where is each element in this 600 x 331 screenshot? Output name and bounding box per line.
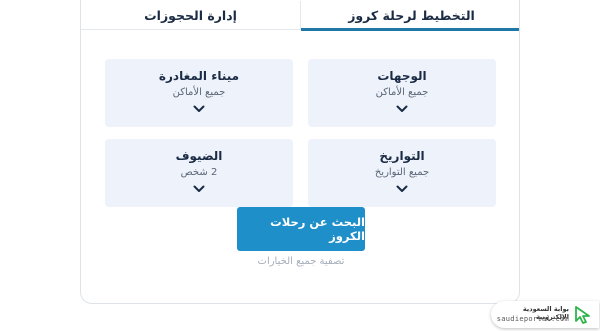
active-tab-indicator — [301, 28, 519, 31]
tab-bar: التخطيط لرحلة كروز إدارة الحجوزات — [81, 1, 519, 31]
clear-filters-link[interactable]: تصفية جميع الخيارات — [81, 256, 519, 267]
dates-select[interactable]: التواريخ جميع التواريخ — [308, 139, 496, 207]
departure-port-label: ميناء المغادرة — [158, 69, 240, 83]
cruise-search-card: التخطيط لرحلة كروز إدارة الحجوزات الوجها… — [80, 0, 520, 304]
dates-value: جميع التواريخ — [374, 167, 430, 178]
watermark-url-text: saudieportal.com — [496, 315, 569, 323]
search-cruises-button[interactable]: البحث عن رحلات الكروز — [237, 207, 365, 251]
guests-select[interactable]: الضيوف 2 شخص — [105, 139, 293, 207]
chevron-down-icon — [396, 105, 408, 112]
cursor-arrow-icon — [575, 306, 590, 324]
dates-label: التواريخ — [379, 149, 425, 163]
departure-port-value: جميع الأماكن — [172, 87, 226, 98]
departure-port-select[interactable]: ميناء المغادرة جميع الأماكن — [105, 59, 293, 127]
site-watermark-badge: بوابة السعودية الإلكترونية saudieportal.… — [491, 301, 599, 328]
destinations-value: جميع الأماكن — [375, 87, 429, 98]
chevron-down-icon — [193, 105, 205, 112]
tab-manage-bookings-label: إدارة الحجوزات — [144, 7, 237, 23]
chevron-down-icon — [193, 185, 205, 192]
tab-manage-bookings[interactable]: إدارة الحجوزات — [81, 1, 301, 29]
destinations-select[interactable]: الوجهات جميع الأماكن — [308, 59, 496, 127]
tab-plan-cruise-label: التخطيط لرحلة كروز — [348, 7, 475, 23]
destinations-label: الوجهات — [377, 69, 427, 83]
search-cruises-button-label: البحث عن رحلات الكروز — [270, 215, 365, 243]
chevron-down-icon — [396, 185, 408, 192]
clear-filters-link-label: تصفية جميع الخيارات — [257, 256, 345, 267]
guests-label: الضيوف — [175, 149, 223, 163]
guests-value: 2 شخص — [180, 167, 218, 178]
tab-plan-cruise[interactable]: التخطيط لرحلة كروز — [301, 1, 519, 31]
